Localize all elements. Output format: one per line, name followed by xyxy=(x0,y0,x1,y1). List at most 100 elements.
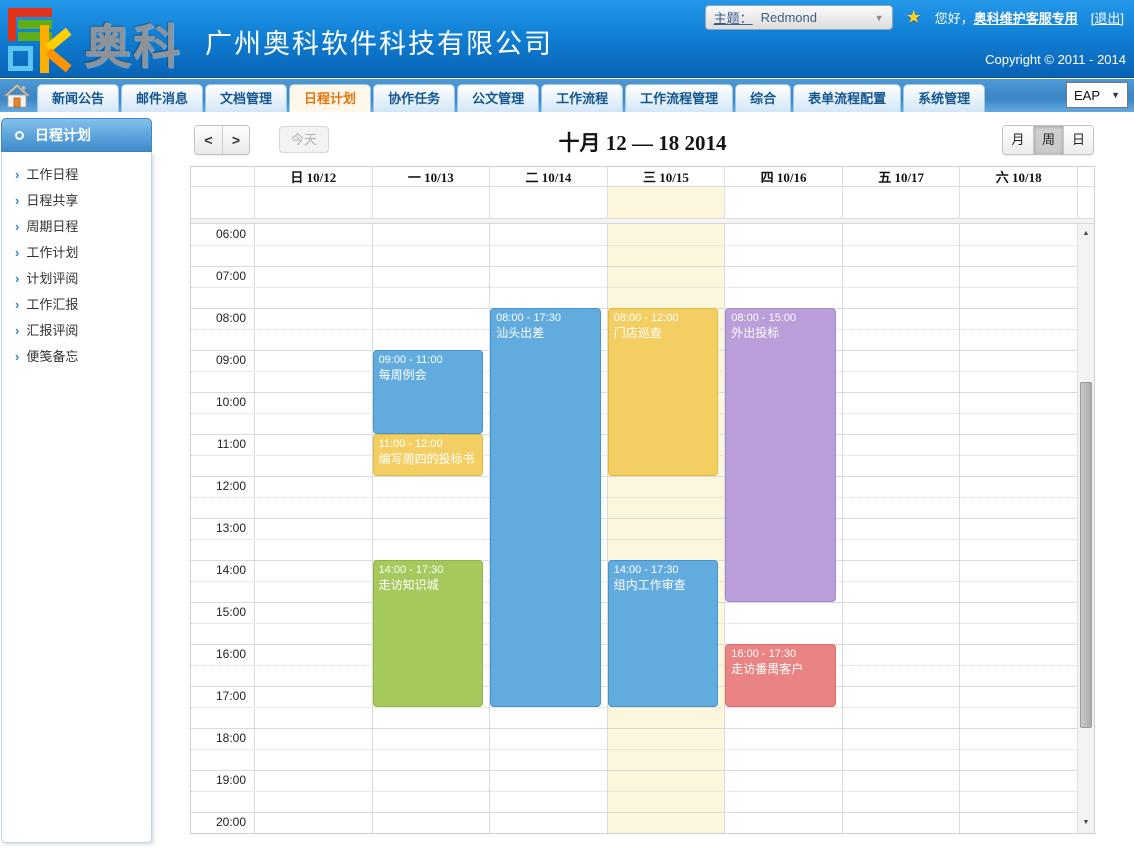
main-navbar: 新闻公告邮件消息文档管理日程计划协作任务公文管理工作流程工作流程管理综合表单流程… xyxy=(0,79,1134,112)
event-title: 走访番禺客户 xyxy=(731,662,830,677)
calendar-event-7[interactable]: 08:00 - 15:00外出投标 xyxy=(725,308,836,602)
sidebar-item-3[interactable]: ›周期日程 xyxy=(2,214,151,240)
allday-cell-5[interactable] xyxy=(724,187,842,218)
calendar-table: 日 10/12一 10/13二 10/14三 10/15四 10/16五 10/… xyxy=(190,166,1095,834)
sidebar-item-label: 工作计划 xyxy=(26,245,78,260)
calendar-event-3[interactable]: 14:00 - 17:30走访知识城 xyxy=(373,560,484,707)
time-grid: 06:0007:0008:0009:0010:0011:0012:0013:00… xyxy=(191,224,1077,833)
time-label: 14:00 xyxy=(191,563,246,577)
nav-tab-11[interactable]: 系统管理 xyxy=(903,84,985,112)
main-content: < > 今天 十月 12 — 18 2014 月周日 日 10/12一 10/1… xyxy=(190,112,1095,834)
eap-select-value: EAP xyxy=(1074,88,1100,103)
sidebar-item-6[interactable]: ›工作汇报 xyxy=(2,292,151,318)
event-title: 每周例会 xyxy=(379,368,478,383)
company-logo-icon xyxy=(8,5,80,75)
nav-tab-4[interactable]: 日程计划 xyxy=(289,84,371,112)
chevron-down-icon: ▼ xyxy=(875,13,884,23)
day-header-cell-6: 五 10/17 xyxy=(842,167,960,186)
calendar-event-5[interactable]: 08:00 - 12:00门店巡查 xyxy=(608,308,719,476)
sidebar-item-2[interactable]: › 日程共享 xyxy=(2,188,151,214)
nav-tab-8[interactable]: 工作流程管理 xyxy=(625,84,733,112)
time-label: 08:00 xyxy=(191,311,246,325)
half-hour-line xyxy=(191,791,1077,792)
calendar-event-4[interactable]: 08:00 - 17:30汕头出差 xyxy=(490,308,601,707)
event-title: 走访知识城 xyxy=(379,578,478,593)
circle-icon xyxy=(15,131,24,140)
allday-cell-4[interactable] xyxy=(607,187,725,218)
allday-cell-3[interactable] xyxy=(489,187,607,218)
home-icon[interactable] xyxy=(2,81,34,111)
sidebar-item-5[interactable]: ›计划评阅 xyxy=(2,266,151,292)
sidebar-item-4[interactable]: › 工作计划 xyxy=(2,240,151,266)
arrow-right-icon: › xyxy=(15,297,19,312)
event-title: 汕头出差 xyxy=(496,326,595,341)
half-hour-line xyxy=(191,539,1077,540)
sidebar-item-7[interactable]: › 汇报评阅 xyxy=(2,318,151,344)
allday-gutter xyxy=(191,187,254,218)
time-label: 19:00 xyxy=(191,773,246,787)
nav-tab-6[interactable]: 公文管理 xyxy=(457,84,539,112)
sidebar-item-1[interactable]: › 工作日程 xyxy=(2,162,151,188)
nav-tab-5[interactable]: 协作任务 xyxy=(373,84,455,112)
eap-select[interactable]: EAP ▼ xyxy=(1066,82,1128,108)
calendar-event-2[interactable]: 11:00 - 12:00编写周四的投标书 xyxy=(373,434,484,476)
time-label: 10:00 xyxy=(191,395,246,409)
calendar-title: 十月 12 — 18 2014 xyxy=(190,127,1095,157)
view-button-2[interactable]: 周 xyxy=(1033,126,1063,154)
event-title: 外出投标 xyxy=(731,326,830,341)
sidebar-item-8[interactable]: ›便笺备忘 xyxy=(2,344,151,370)
scroll-up-icon[interactable]: ▲ xyxy=(1078,226,1094,242)
sidebar-item-label: 工作日程 xyxy=(26,167,78,182)
day-column-6[interactable] xyxy=(842,224,960,833)
calendar-event-1[interactable]: 09:00 - 11:00每周例会 xyxy=(373,350,484,434)
allday-cell-7[interactable] xyxy=(959,187,1077,218)
chevron-down-icon: ▼ xyxy=(1111,90,1120,100)
vertical-scrollbar[interactable]: ▲ ▼ xyxy=(1077,224,1094,833)
day-header-cell-5: 四 10/16 xyxy=(724,167,842,186)
nav-tab-1[interactable]: 新闻公告 xyxy=(37,84,119,112)
scroll-down-icon[interactable]: ▼ xyxy=(1078,815,1094,831)
half-hour-line xyxy=(191,749,1077,750)
arrow-right-icon: › xyxy=(15,167,19,182)
arrow-right-icon: › xyxy=(15,245,19,260)
calendar-event-6[interactable]: 14:00 - 17:30组内工作审查 xyxy=(608,560,719,707)
arrow-right-icon: › xyxy=(15,193,19,208)
sidebar-title-label: 日程计划 xyxy=(35,125,91,145)
half-hour-line xyxy=(191,287,1077,288)
favorite-star-icon[interactable]: ★ xyxy=(906,7,922,28)
nav-tab-3[interactable]: 文档管理 xyxy=(205,84,287,112)
day-column-2[interactable] xyxy=(372,224,490,833)
nav-tab-9[interactable]: 综合 xyxy=(735,84,791,112)
day-column-1[interactable] xyxy=(254,224,372,833)
day-column-7[interactable] xyxy=(959,224,1077,833)
sidebar-item-label: 日程共享 xyxy=(26,193,78,208)
calendar-event-8[interactable]: 16:00 - 17:30走访番禺客户 xyxy=(725,644,836,707)
scrollbar-thumb[interactable] xyxy=(1080,382,1092,728)
allday-cell-6[interactable] xyxy=(842,187,960,218)
time-label: 13:00 xyxy=(191,521,246,535)
day-header-cell-2: 一 10/13 xyxy=(372,167,490,186)
allday-cell-2[interactable] xyxy=(372,187,490,218)
sidebar-item-label: 汇报评阅 xyxy=(26,323,78,338)
nav-tab-7[interactable]: 工作流程 xyxy=(541,84,623,112)
nav-tab-10[interactable]: 表单流程配置 xyxy=(793,84,901,112)
view-button-1[interactable]: 月 xyxy=(1003,126,1033,154)
allday-cell-1[interactable] xyxy=(254,187,372,218)
day-header-gutter xyxy=(191,167,254,186)
time-label: 11:00 xyxy=(191,437,246,451)
arrow-right-icon: › xyxy=(15,323,19,338)
sidebar-menu: ›工作日程›日程共享›周期日程›工作计划›计划评阅›工作汇报›汇报评阅›便笺备忘 xyxy=(1,152,152,843)
event-time: 08:00 - 15:00 xyxy=(731,311,830,326)
event-time: 08:00 - 12:00 xyxy=(614,311,713,326)
sidebar-item-label: 便笺备忘 xyxy=(26,349,78,364)
nav-tab-2[interactable]: 邮件消息 xyxy=(121,84,203,112)
arrow-right-icon: › xyxy=(15,271,19,286)
logout-link[interactable]: [退出] xyxy=(1091,8,1124,27)
user-profile-link[interactable]: 奥科维护客服专用 xyxy=(974,11,1078,26)
greeting-prefix: 您好， xyxy=(935,11,974,26)
view-button-3[interactable]: 日 xyxy=(1063,126,1093,154)
hour-line xyxy=(191,518,1077,519)
theme-select[interactable]: 主题： Redmond ▼ xyxy=(705,5,893,30)
sidebar-item-label: 周期日程 xyxy=(26,219,78,234)
time-label: 16:00 xyxy=(191,647,246,661)
